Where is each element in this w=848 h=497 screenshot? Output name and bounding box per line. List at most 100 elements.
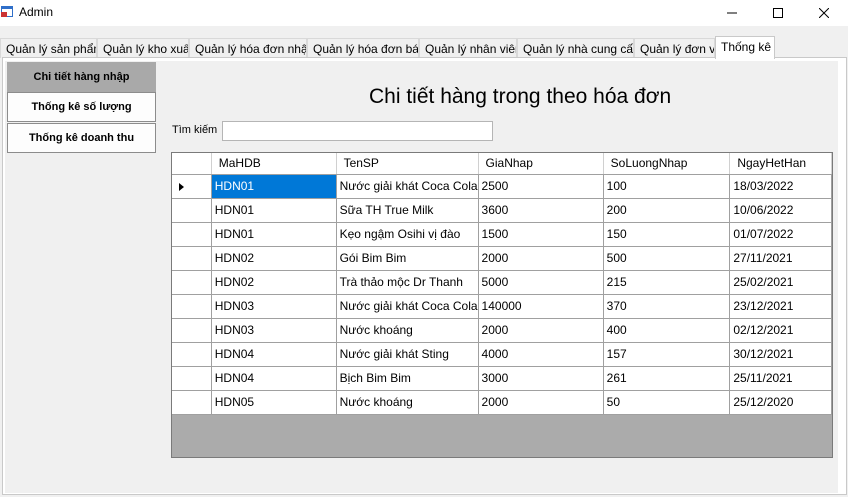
table-row[interactable]: HDN04 Nước giải khát Sting 4000 157 30/1… (172, 342, 832, 367)
nav-import-detail-button[interactable]: Chi tiết hàng nhập (7, 62, 156, 92)
row-header[interactable] (172, 294, 212, 319)
table-cell[interactable]: HDN03 (211, 294, 337, 319)
table-cell[interactable]: 5000 (478, 270, 604, 295)
nav-revenue-stats-button[interactable]: Thống kê doanh thu (7, 123, 156, 153)
table-cell[interactable]: 30/12/2021 (729, 342, 832, 367)
table-cell[interactable]: HDN03 (211, 318, 337, 343)
tab-product[interactable]: Quản lý sản phẩm (0, 38, 97, 58)
table-cell[interactable]: Kẹo ngậm Osihi vị đào (336, 222, 479, 247)
row-header[interactable] (172, 342, 212, 367)
minimize-button[interactable] (709, 0, 755, 26)
tab-sales-invoice[interactable]: Quản lý hóa đơn bán (307, 38, 419, 58)
row-header[interactable] (172, 174, 212, 199)
table-cell[interactable]: Gói Bim Bim (336, 246, 479, 271)
column-header[interactable]: SoLuongNhap (603, 153, 731, 175)
table-cell[interactable]: 200 (603, 198, 731, 223)
tab-import-invoice[interactable]: Quản lý hóa đơn nhập (189, 38, 307, 58)
column-header[interactable]: MaHDB (211, 153, 337, 175)
table-cell[interactable]: 3600 (478, 198, 604, 223)
tab-statistics[interactable]: Thống kê (715, 36, 775, 59)
table-cell[interactable]: Sữa TH True Milk (336, 198, 479, 223)
table-cell[interactable]: 2000 (478, 318, 604, 343)
tab-supplier[interactable]: Quản lý nhà cung cấp (517, 38, 634, 58)
table-cell[interactable]: 2000 (478, 246, 604, 271)
table-cell[interactable]: 50 (603, 390, 731, 415)
table-cell[interactable]: 261 (603, 366, 731, 391)
title-bar: Admin (0, 0, 848, 26)
table-cell[interactable]: 100 (603, 174, 731, 199)
tab-employee[interactable]: Quản lý nhân viên (419, 38, 517, 58)
window-title: Admin (19, 5, 54, 19)
close-button[interactable] (801, 0, 847, 26)
row-header[interactable] (172, 222, 212, 247)
table-cell[interactable]: HDN01 (211, 198, 337, 223)
table-cell[interactable]: 02/12/2021 (729, 318, 832, 343)
table-cell[interactable]: 2000 (478, 390, 604, 415)
table-cell[interactable]: 140000 (478, 294, 604, 319)
table-cell[interactable]: Nước giải khát Coca Cola (336, 294, 479, 319)
table-row[interactable]: HDN03 Nước giải khát Coca Cola 140000 37… (172, 294, 832, 319)
row-header[interactable] (172, 366, 212, 391)
table-cell[interactable]: HDN02 (211, 246, 337, 271)
table-cell[interactable]: 18/03/2022 (729, 174, 832, 199)
table-cell[interactable]: 1500 (478, 222, 604, 247)
row-header[interactable] (172, 270, 212, 295)
maximize-icon (773, 8, 783, 18)
table-cell[interactable]: Nước khoáng (336, 318, 479, 343)
table-cell[interactable]: 2500 (478, 174, 604, 199)
column-header[interactable]: GiaNhap (478, 153, 604, 175)
table-cell[interactable]: Bịch Bim Bim (336, 366, 479, 391)
table-cell[interactable]: 25/02/2021 (729, 270, 832, 295)
table-cell[interactable]: 10/06/2022 (729, 198, 832, 223)
nav-label: Chi tiết hàng nhập (33, 71, 130, 83)
search-input[interactable] (222, 121, 493, 141)
table-row[interactable]: HDN01 Nước giải khát Coca Cola 2500 100 … (172, 174, 832, 199)
table-cell[interactable]: 25/11/2021 (729, 366, 832, 391)
table-cell[interactable]: 01/07/2022 (729, 222, 832, 247)
table-row[interactable]: HDN01 Kẹo ngậm Osihi vị đào 1500 150 01/… (172, 222, 832, 247)
table-cell[interactable]: HDN01 (211, 174, 337, 199)
table-row[interactable]: HDN05 Nước khoáng 2000 50 25/12/2020 (172, 390, 832, 415)
table-cell[interactable]: 3000 (478, 366, 604, 391)
table-cell[interactable]: Nước giải khát Sting (336, 342, 479, 367)
table-cell[interactable]: 400 (603, 318, 731, 343)
table-cell[interactable]: 23/12/2021 (729, 294, 832, 319)
row-header[interactable] (172, 246, 212, 271)
table-cell[interactable]: Nước giải khát Coca Cola (336, 174, 479, 199)
table-cell[interactable]: 4000 (478, 342, 604, 367)
tab-label: Quản lý hóa đơn nhập (195, 42, 307, 56)
table-cell[interactable]: 500 (603, 246, 731, 271)
table-cell[interactable]: 27/11/2021 (729, 246, 832, 271)
table-row[interactable]: HDN01 Sữa TH True Milk 3600 200 10/06/20… (172, 198, 832, 223)
table-cell[interactable]: 157 (603, 342, 731, 367)
app-icon (1, 6, 13, 17)
data-grid[interactable]: MaHDB TenSP GiaNhap SoLuongNhap NgayHetH… (171, 152, 833, 458)
tab-export-warehouse[interactable]: Quản lý kho xuất (97, 38, 189, 58)
table-cell[interactable]: HDN01 (211, 222, 337, 247)
maximize-button[interactable] (755, 0, 801, 26)
table-cell[interactable]: HDN04 (211, 366, 337, 391)
tab-strip: Quản lý sản phẩm Quản lý kho xuất Quản l… (0, 36, 848, 59)
table-row[interactable]: HDN04 Bịch Bim Bim 3000 261 25/11/2021 (172, 366, 832, 391)
tab-unit[interactable]: Quản lý đơn vị (634, 38, 715, 58)
table-cell[interactable]: 25/12/2020 (729, 390, 832, 415)
table-cell[interactable]: HDN02 (211, 270, 337, 295)
tab-label: Quản lý sản phẩm (6, 42, 97, 56)
table-cell[interactable]: HDN04 (211, 342, 337, 367)
column-header[interactable]: TenSP (336, 153, 479, 175)
table-cell[interactable]: Nước khoáng (336, 390, 479, 415)
row-header[interactable] (172, 318, 212, 343)
nav-quantity-stats-button[interactable]: Thống kê số lượng (7, 92, 156, 122)
table-row[interactable]: HDN02 Gói Bim Bim 2000 500 27/11/2021 (172, 246, 832, 271)
minimize-icon (727, 12, 737, 14)
table-row[interactable]: HDN02 Trà thảo mộc Dr Thanh 5000 215 25/… (172, 270, 832, 295)
row-header[interactable] (172, 198, 212, 223)
table-cell[interactable]: HDN05 (211, 390, 337, 415)
table-cell[interactable]: 370 (603, 294, 731, 319)
row-header[interactable] (172, 390, 212, 415)
table-cell[interactable]: 150 (603, 222, 731, 247)
table-row[interactable]: HDN03 Nước khoáng 2000 400 02/12/2021 (172, 318, 832, 343)
column-header[interactable]: NgayHetHan (729, 153, 832, 175)
table-cell[interactable]: Trà thảo mộc Dr Thanh (336, 270, 479, 295)
table-cell[interactable]: 215 (603, 270, 731, 295)
